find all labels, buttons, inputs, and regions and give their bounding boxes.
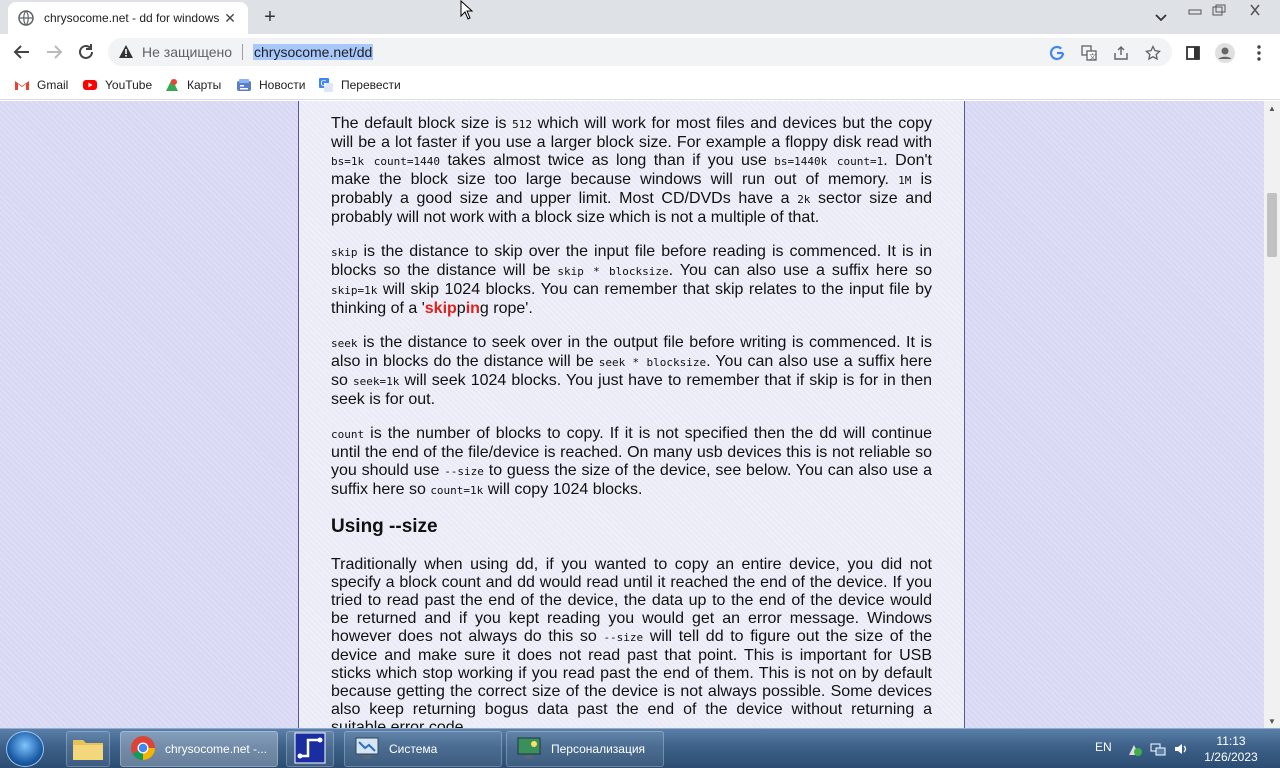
taskbar-label: Система — [389, 742, 438, 756]
start-button[interactable] — [6, 731, 44, 767]
personalization-taskbar-button[interactable]: Персонализация — [506, 731, 664, 767]
tab-search-icon[interactable] — [1152, 8, 1170, 26]
tab-strip: chrysocome.net - dd for windows ✕ + — [0, 0, 1280, 34]
paragraph-skip: skip is the distance to skip over the in… — [331, 243, 932, 317]
system-taskbar-button[interactable]: Система — [344, 731, 502, 767]
chrome-icon — [129, 734, 157, 765]
app-taskbar-button[interactable] — [286, 731, 334, 767]
article-column: The default block size is 512 which will… — [298, 101, 965, 728]
paragraph-count: count is the number of blocks to copy. I… — [331, 425, 933, 498]
share-icon[interactable] — [1112, 44, 1130, 62]
paragraph-using-size: Traditionally when using dd, if you want… — [331, 556, 933, 728]
page-viewport: The default block size is 512 which will… — [0, 101, 1264, 728]
address-bar[interactable]: Не защищено chrysocome.net/dd — [108, 38, 1172, 66]
network-icon[interactable] — [1150, 741, 1166, 762]
volume-icon[interactable] — [1173, 741, 1189, 762]
bookmark-label: YouTube — [105, 78, 153, 92]
clock-date: 1/26/2023 — [1204, 750, 1258, 764]
bookmark-maps[interactable]: Карты — [164, 76, 221, 94]
profile-avatar-icon[interactable] — [1214, 42, 1236, 64]
clock-time: 11:13 — [1216, 734, 1246, 748]
tab-title: chrysocome.net - dd for windows — [44, 11, 220, 25]
warning-icon[interactable] — [118, 44, 134, 60]
maps-icon — [164, 77, 180, 93]
windows-taskbar: chrysocome.net -... Система Персонализац… — [0, 728, 1280, 768]
system-clock[interactable]: 11:13 1/26/2023 — [1196, 733, 1266, 765]
bookmark-gmail[interactable]: Gmail — [14, 76, 68, 94]
bookmark-label: Новости — [259, 78, 306, 92]
menu-dots-icon[interactable] — [1248, 42, 1270, 64]
bookmark-label: Gmail — [37, 78, 69, 92]
browser-tab[interactable]: chrysocome.net - dd for windows ✕ — [8, 2, 248, 34]
action-center-icon[interactable] — [1127, 741, 1143, 762]
scroll-thumb[interactable] — [1267, 193, 1277, 257]
bookmark-translate[interactable]: G Перевести — [318, 76, 401, 94]
reload-button[interactable] — [74, 40, 98, 64]
bookmark-label: Перевести — [341, 78, 401, 92]
bookmark-label: Карты — [187, 78, 222, 92]
forward-button[interactable] — [42, 40, 66, 64]
svg-text:文: 文 — [1089, 52, 1096, 61]
side-panel-icon[interactable] — [1182, 42, 1204, 64]
folder-icon — [71, 734, 105, 765]
scroll-up-arrow-icon[interactable]: ▲ — [1264, 101, 1280, 115]
taskbar-label: Персонализация — [551, 742, 646, 756]
globe-icon — [18, 10, 34, 26]
gmail-icon — [14, 77, 30, 93]
personalization-icon — [515, 734, 543, 765]
news-icon — [236, 77, 252, 93]
bookmarks-bar: Gmail YouTube Карты Новости G Перевести — [0, 70, 1280, 100]
translate-icon: G — [318, 77, 334, 93]
security-label[interactable]: Не защищено — [142, 44, 232, 60]
bookmark-news[interactable]: Новости — [236, 76, 305, 94]
url-text[interactable]: chrysocome.net/dd — [253, 44, 374, 60]
new-tab-button[interactable]: + — [258, 6, 282, 28]
close-tab-icon[interactable]: ✕ — [222, 10, 238, 26]
divider — [242, 44, 243, 60]
language-indicator[interactable]: EN — [1095, 740, 1112, 754]
vertical-scrollbar[interactable]: ▲ ▼ — [1264, 101, 1280, 728]
restore-icon[interactable] — [1208, 0, 1230, 20]
mouse-cursor-icon — [460, 0, 474, 25]
back-button[interactable] — [10, 40, 34, 64]
taskbar-label: chrysocome.net -... — [165, 742, 268, 756]
explorer-taskbar-button[interactable] — [66, 731, 110, 767]
scroll-down-arrow-icon[interactable]: ▼ — [1264, 714, 1280, 728]
youtube-icon — [82, 77, 98, 93]
close-window-icon[interactable] — [1238, 0, 1272, 20]
network-app-icon — [294, 732, 326, 767]
bookmark-star-icon[interactable] — [1144, 44, 1162, 62]
system-icon — [353, 734, 381, 765]
paragraph-block-size: The default block size is 512 which will… — [331, 115, 933, 226]
chrome-taskbar-button[interactable]: chrysocome.net -... — [120, 731, 278, 767]
paragraph-seek: seek is the distance to seek over in the… — [331, 334, 933, 408]
translate-page-icon[interactable]: 文 — [1080, 44, 1098, 62]
svg-text:G: G — [321, 79, 327, 88]
section-heading: Using --size — [331, 516, 438, 537]
google-icon[interactable] — [1048, 44, 1066, 62]
minimize-icon[interactable] — [1184, 0, 1206, 20]
bookmark-youtube[interactable]: YouTube — [82, 76, 152, 94]
